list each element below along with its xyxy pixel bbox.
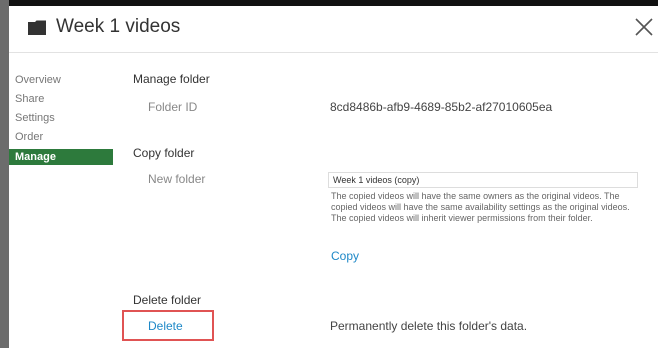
nav-item-manage[interactable]: Manage <box>9 149 113 165</box>
folder-id-label: Folder ID <box>148 100 198 114</box>
settings-nav: Overview Share Settings Order Manage <box>9 73 113 165</box>
nav-item-settings[interactable]: Settings <box>9 111 113 125</box>
folder-settings-panel: Week 1 videos Overview Share Settings Or… <box>9 6 658 348</box>
page-title: Week 1 videos <box>56 16 181 37</box>
delete-folder-heading: Delete folder <box>133 293 202 307</box>
copy-folder-heading: Copy folder <box>133 146 195 160</box>
copy-description: The copied videos will have the same own… <box>331 191 630 223</box>
panel-header: Week 1 videos <box>9 6 658 53</box>
copy-link[interactable]: Copy <box>331 249 359 263</box>
close-icon[interactable] <box>632 15 656 39</box>
new-folder-label: New folder <box>148 172 206 186</box>
new-folder-name-input[interactable]: Week 1 videos (copy) <box>328 172 638 188</box>
delete-link[interactable]: Delete <box>148 319 183 333</box>
folder-id-value: 8cd8486b-afb9-4689-85b2-af27010605ea <box>330 100 553 114</box>
delete-description: Permanently delete this folder's data. <box>330 319 528 333</box>
manage-folder-heading: Manage folder <box>133 72 210 86</box>
nav-item-share[interactable]: Share <box>9 92 113 106</box>
nav-item-order[interactable]: Order <box>9 130 113 144</box>
folder-icon <box>28 20 46 35</box>
nav-item-overview[interactable]: Overview <box>9 73 113 87</box>
window-left-edge <box>0 0 9 348</box>
